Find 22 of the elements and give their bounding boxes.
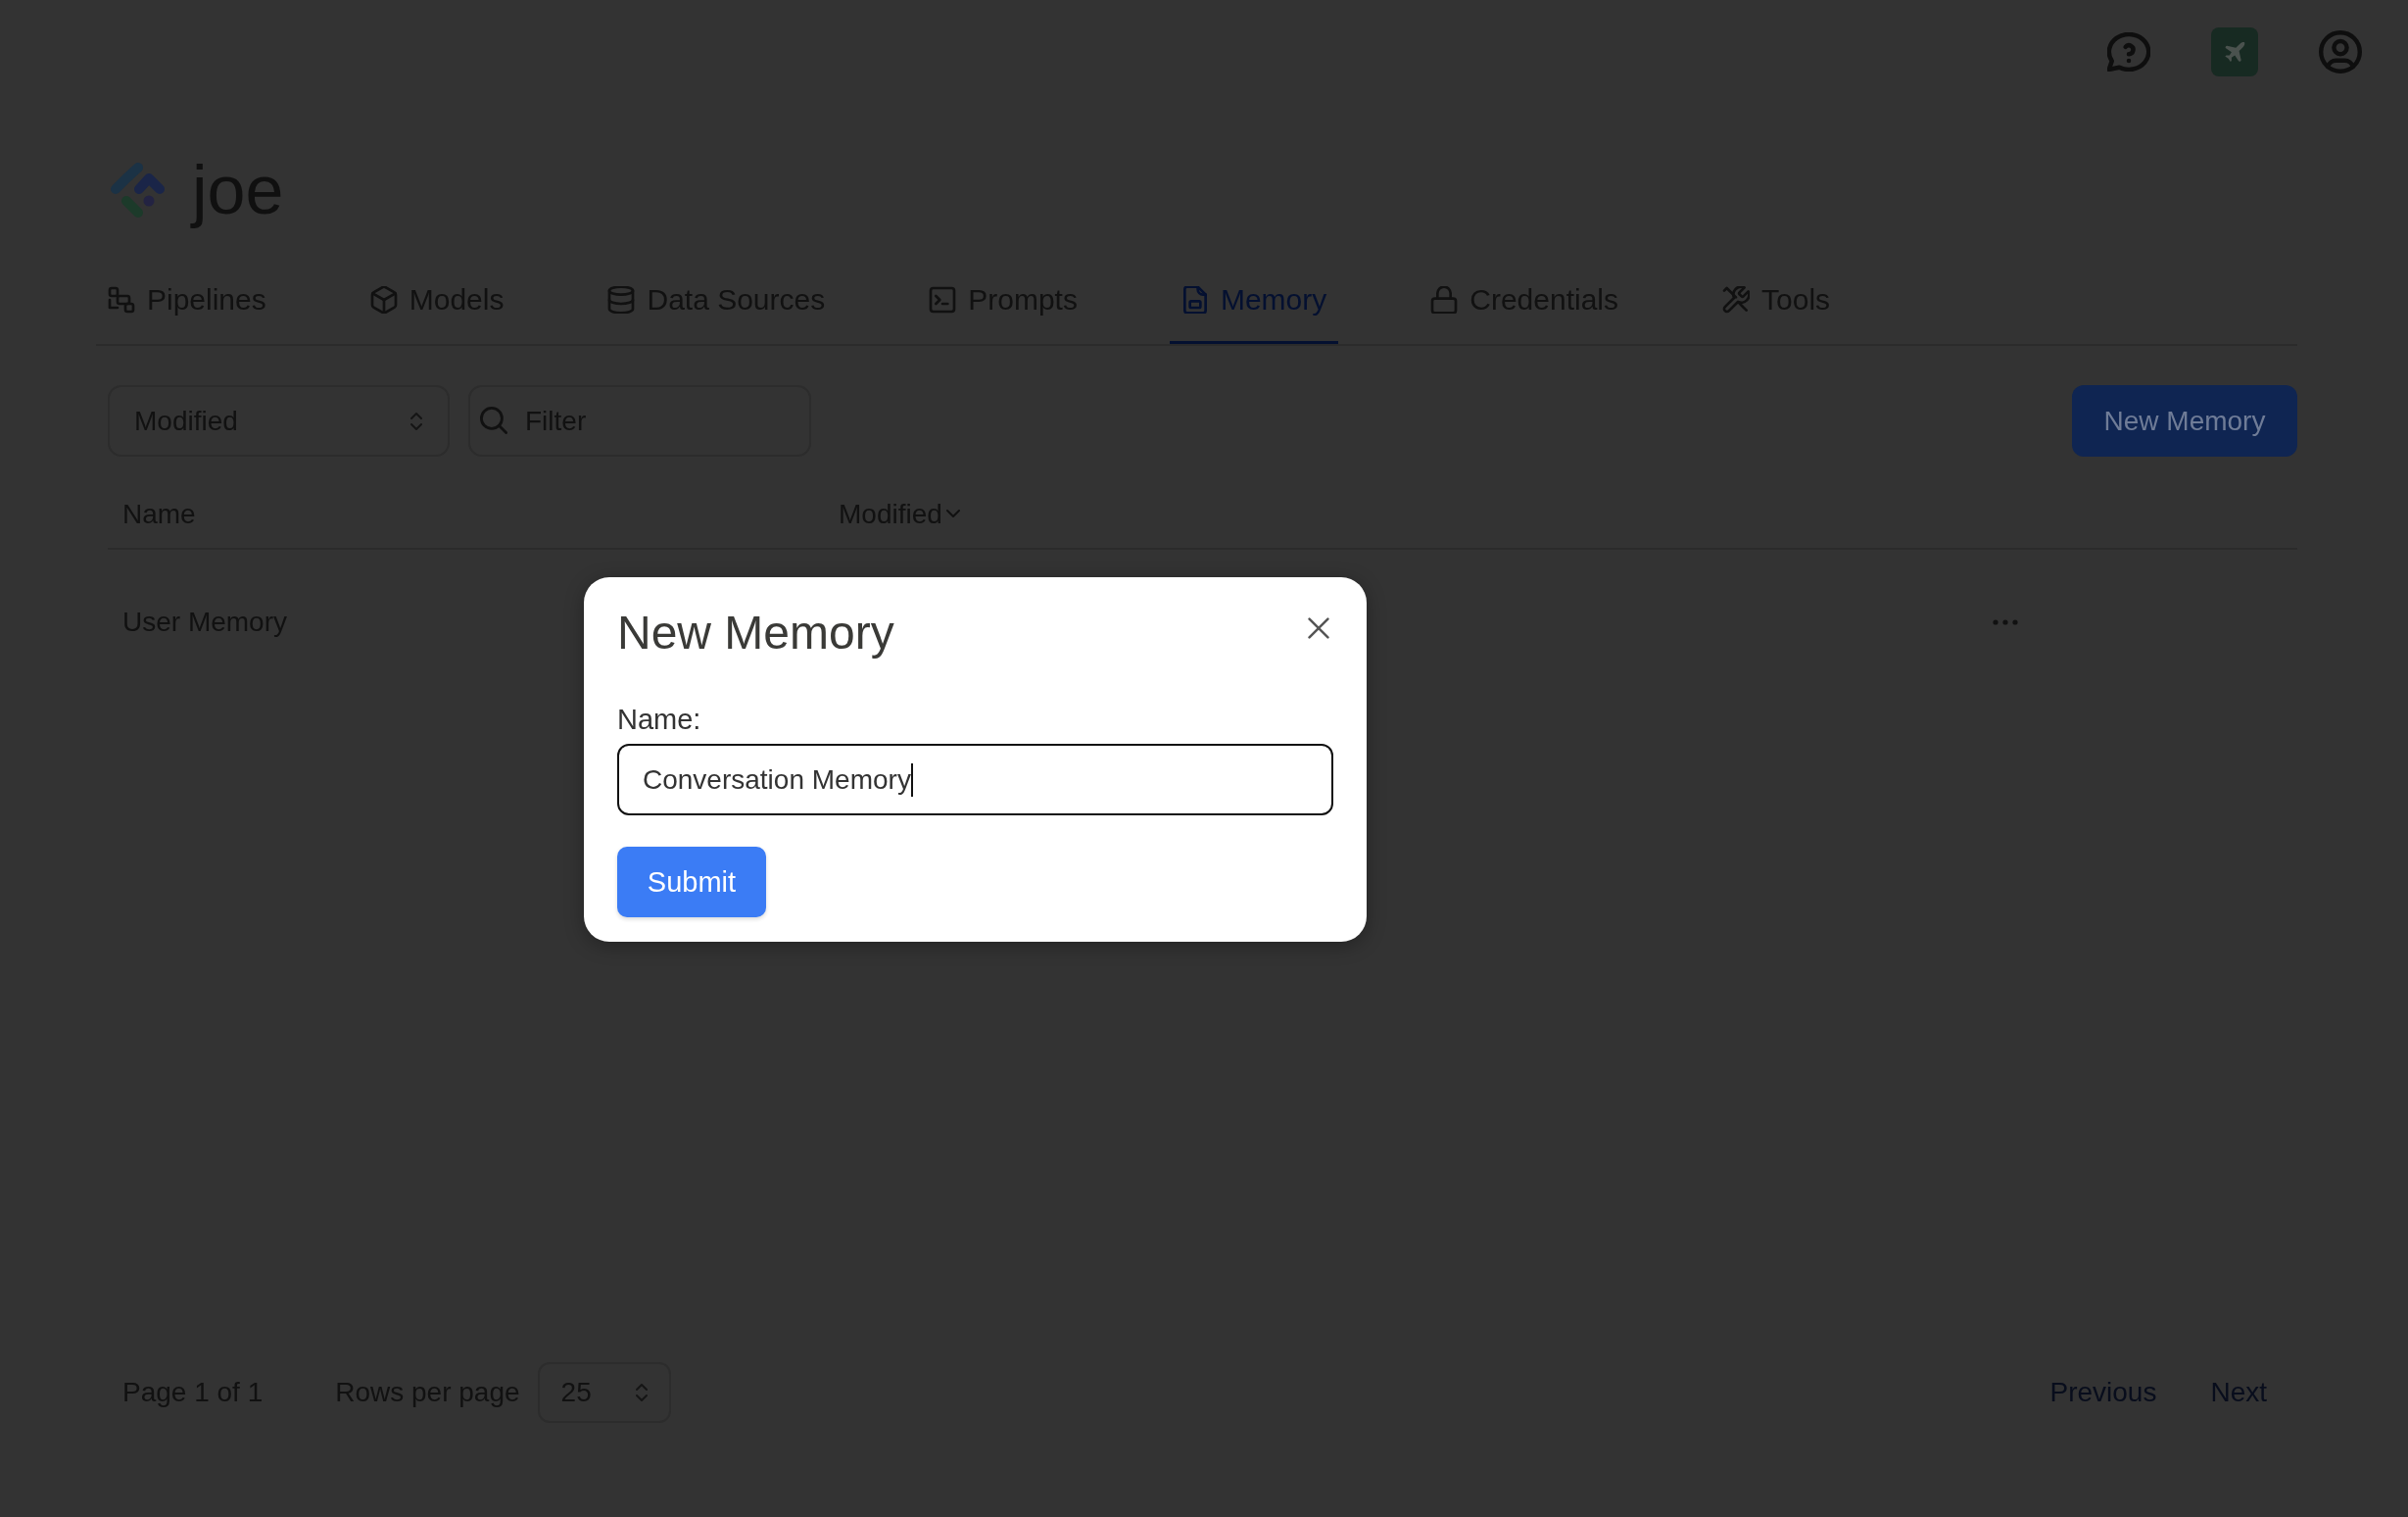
name-input[interactable]: Conversation Memory [617, 744, 1333, 815]
database-icon [607, 286, 636, 314]
text-cursor-icon [910, 762, 913, 797]
file-icon [1180, 286, 1209, 314]
help-icon[interactable] [2107, 32, 2150, 72]
chevron-up-down-icon [410, 411, 422, 431]
cube-icon [369, 286, 398, 314]
lock-icon [1430, 286, 1459, 314]
search-icon [480, 407, 507, 434]
dialog-title: New Memory [617, 606, 894, 661]
logo-icon [110, 162, 167, 219]
workflow-icon [108, 286, 135, 314]
submit-button[interactable]: Submit [617, 847, 766, 917]
terminal-icon [929, 286, 957, 314]
close-icon[interactable] [1308, 617, 1329, 639]
tools-icon [1722, 286, 1751, 314]
chevron-up-down-icon [635, 1383, 648, 1402]
field-label: Name: [617, 703, 702, 737]
more-icon[interactable] [1993, 619, 2018, 625]
user-icon[interactable] [2319, 30, 2362, 73]
new-memory-button[interactable]: New Memory [2072, 385, 2297, 457]
airplane-icon[interactable] [2211, 27, 2258, 76]
